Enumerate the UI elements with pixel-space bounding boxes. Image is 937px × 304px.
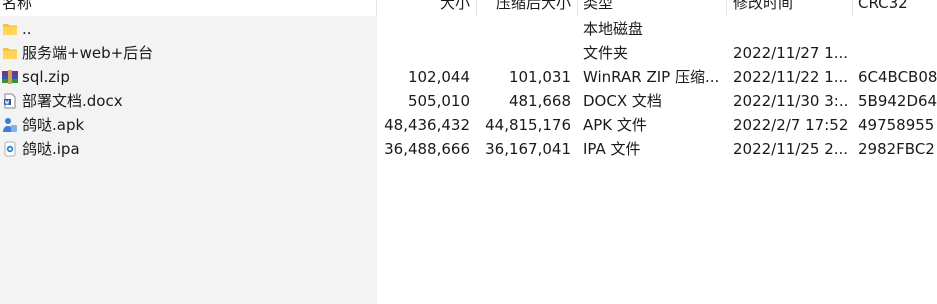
file-packed-size: 101,031 xyxy=(508,68,571,86)
column-header-bar: 名称 大小 压缩后大小 类型 修改时间 CRC32 xyxy=(0,0,937,16)
file-row-apk[interactable]: 鸽哒.apk 48,436,432 44,815,176 APK 文件 2022… xyxy=(0,113,937,137)
file-type: APK 文件 xyxy=(583,116,647,134)
file-row-folder[interactable]: 服务端+web+后台 文件夹 2022/11/27 1... xyxy=(0,41,937,65)
file-row-docx[interactable]: 部署文档.docx 505,010 481,668 DOCX 文档 2022/1… xyxy=(0,89,937,113)
file-size: 505,010 xyxy=(407,92,470,110)
winrar-archive-icon xyxy=(2,65,22,89)
file-modified: 2022/11/27 1... xyxy=(733,44,849,62)
file-packed-size: 44,815,176 xyxy=(485,116,571,134)
file-name: 服务端+web+后台 xyxy=(22,44,154,62)
file-size xyxy=(380,41,470,65)
file-row-ipa[interactable]: 鸽哒.ipa 36,488,666 36,167,041 IPA 文件 2022… xyxy=(0,137,937,161)
column-divider[interactable] xyxy=(726,0,727,16)
folder-icon xyxy=(2,41,22,65)
file-type: 文件夹 xyxy=(583,44,629,62)
column-header-crc32[interactable]: CRC32 xyxy=(858,0,937,16)
column-divider[interactable] xyxy=(577,0,578,16)
file-size xyxy=(380,17,470,41)
file-modified: 2022/2/7 17:52 xyxy=(733,116,849,134)
file-name: .. xyxy=(22,20,32,38)
file-modified: 2022/11/30 3:... xyxy=(733,92,850,110)
file-packed-size: 481,668 xyxy=(508,92,571,110)
ipa-file-icon xyxy=(2,137,22,161)
apk-file-icon xyxy=(2,113,22,137)
folder-icon xyxy=(2,17,22,41)
file-size: 102,044 xyxy=(407,68,470,86)
file-packed-size xyxy=(478,17,571,41)
column-header-modified[interactable]: 修改时间 xyxy=(733,0,850,16)
file-crc32: 49758955 xyxy=(858,116,935,134)
file-crc32: 5B942D64 xyxy=(858,92,937,110)
column-header-name[interactable]: 名称 xyxy=(2,0,302,16)
file-name: 部署文档.docx xyxy=(22,92,123,110)
file-row-zip[interactable]: sql.zip 102,044 101,031 WinRAR ZIP 压缩...… xyxy=(0,65,937,89)
word-document-icon xyxy=(2,89,22,113)
file-modified: 2022/11/25 2... xyxy=(733,140,849,158)
file-modified xyxy=(733,17,850,41)
column-divider[interactable] xyxy=(852,0,853,16)
file-type: WinRAR ZIP 压缩... xyxy=(583,68,720,86)
column-divider[interactable] xyxy=(476,0,477,16)
column-header-packed-size[interactable]: 压缩后大小 xyxy=(478,0,571,16)
file-packed-size xyxy=(478,41,571,65)
file-size: 48,436,432 xyxy=(384,116,470,134)
file-size: 36,488,666 xyxy=(384,140,470,158)
file-list: .. 本地磁盘 服务端+web+后台 文件夹 2022/11/27 1... s… xyxy=(0,17,937,161)
column-divider[interactable] xyxy=(376,0,377,16)
file-type: IPA 文件 xyxy=(583,140,641,158)
file-type: DOCX 文档 xyxy=(583,92,662,110)
file-crc32 xyxy=(858,17,937,41)
file-name: 鸽哒.apk xyxy=(22,116,85,134)
file-row-parent[interactable]: .. 本地磁盘 xyxy=(0,17,937,41)
file-crc32: 6C4BCB08 xyxy=(858,68,937,86)
file-name: 鸽哒.ipa xyxy=(22,140,80,158)
file-packed-size: 36,167,041 xyxy=(485,140,571,158)
column-header-size[interactable]: 大小 xyxy=(380,0,470,16)
column-header-type[interactable]: 类型 xyxy=(583,0,723,16)
file-crc32: 2982FBC2 xyxy=(858,140,935,158)
file-crc32 xyxy=(858,41,937,65)
file-name: sql.zip xyxy=(22,68,70,86)
file-modified: 2022/11/22 1... xyxy=(733,68,849,86)
file-type: 本地磁盘 xyxy=(583,20,644,38)
